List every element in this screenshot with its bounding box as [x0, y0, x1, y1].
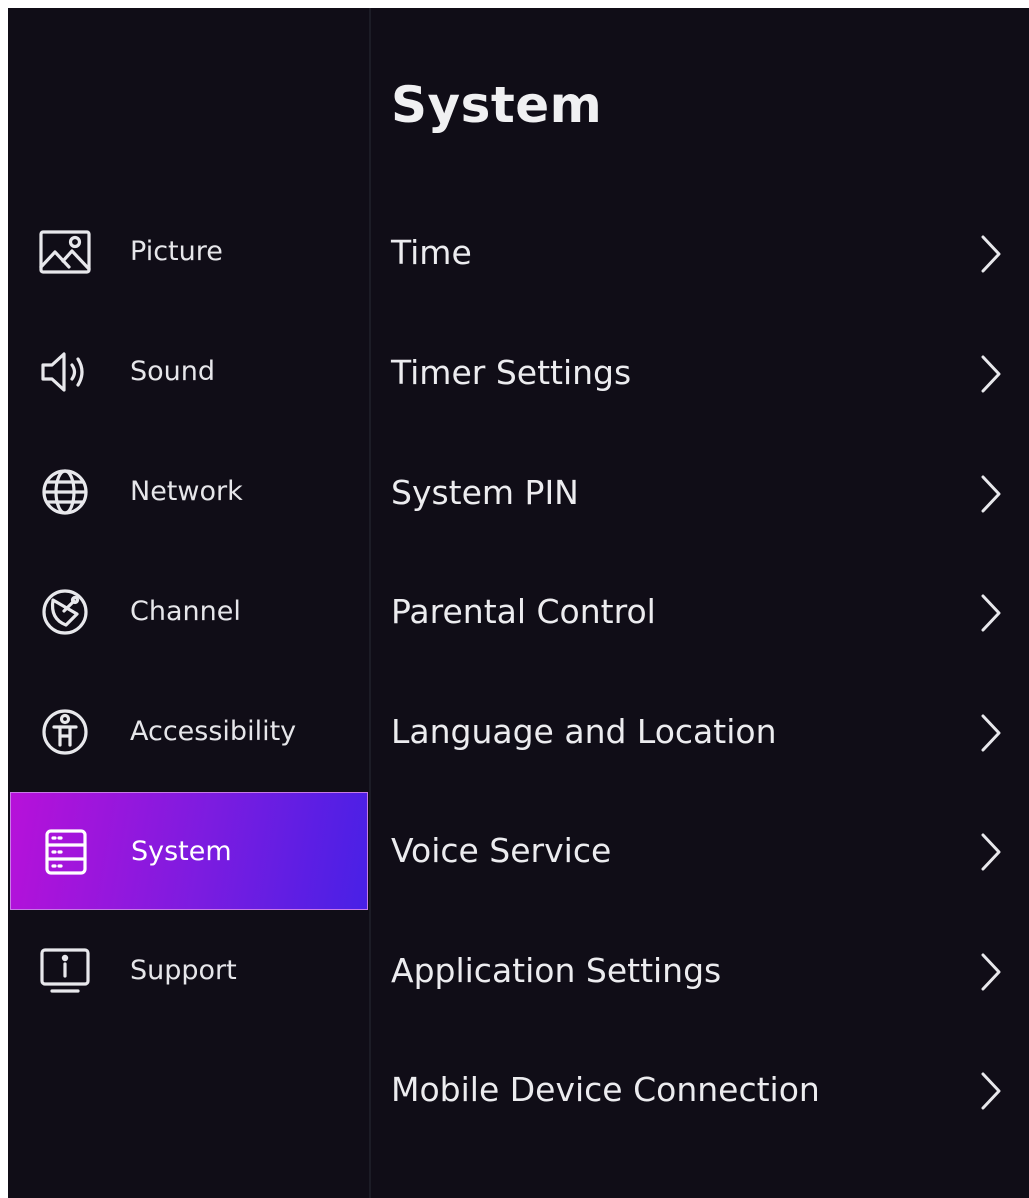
sidebar-item-label: Picture [130, 236, 223, 267]
speaker-icon [36, 347, 94, 397]
menu-item-label: Mobile Device Connection [391, 1070, 820, 1109]
sidebar-item-label: System [131, 836, 232, 867]
menu-item-label: Time [391, 233, 472, 272]
server-icon [37, 827, 95, 877]
sidebar-item-accessibility[interactable]: Accessibility [10, 673, 368, 791]
chevron-right-icon [977, 234, 1005, 274]
sidebar-item-support[interactable]: Support [10, 912, 368, 1030]
menu-item-system-pin[interactable]: System PIN [371, 434, 1029, 552]
chevron-right-icon [977, 1071, 1005, 1111]
menu-item-label: Parental Control [391, 592, 656, 631]
sidebar-item-channel[interactable]: Channel [10, 553, 368, 671]
chevron-right-icon [977, 354, 1005, 394]
menu-item-label: System PIN [391, 473, 579, 512]
chevron-right-icon [977, 593, 1005, 633]
settings-sidebar: Picture Sound Network Channel Accessibil… [8, 8, 369, 1198]
sidebar-item-label: Sound [130, 356, 216, 387]
sidebar-item-network[interactable]: Network [10, 433, 368, 551]
menu-item-application-settings[interactable]: Application Settings [371, 912, 1029, 1030]
info-monitor-icon [36, 946, 94, 996]
menu-item-label: Voice Service [391, 831, 612, 870]
menu-item-language-and-location[interactable]: Language and Location [371, 673, 1029, 791]
sidebar-item-sound[interactable]: Sound [10, 313, 368, 431]
menu-item-voice-service[interactable]: Voice Service [371, 792, 1029, 910]
picture-icon [36, 227, 94, 277]
sidebar-item-label: Accessibility [130, 716, 297, 747]
menu-item-timer-settings[interactable]: Timer Settings [371, 314, 1029, 432]
satellite-dish-icon [36, 587, 94, 637]
sidebar-item-label: Channel [130, 596, 241, 627]
settings-screen: Picture Sound Network Channel Accessibil… [8, 8, 1029, 1198]
globe-icon [36, 467, 94, 517]
menu-item-time[interactable]: Time [371, 194, 1029, 312]
menu-item-mobile-device-connection[interactable]: Mobile Device Connection [371, 1031, 1029, 1149]
menu-item-label: Timer Settings [391, 353, 632, 392]
sidebar-item-label: Network [130, 476, 243, 507]
menu-item-label: Language and Location [391, 712, 777, 751]
sidebar-item-picture[interactable]: Picture [10, 193, 368, 311]
page-title: System [391, 76, 603, 134]
chevron-right-icon [977, 474, 1005, 514]
menu-item-parental-control[interactable]: Parental Control [371, 553, 1029, 671]
sidebar-item-system[interactable]: System [10, 792, 368, 910]
chevron-right-icon [977, 713, 1005, 753]
menu-item-label: Application Settings [391, 951, 722, 990]
chevron-right-icon [977, 832, 1005, 872]
chevron-right-icon [977, 952, 1005, 992]
accessibility-icon [36, 707, 94, 757]
sidebar-item-label: Support [130, 955, 237, 986]
